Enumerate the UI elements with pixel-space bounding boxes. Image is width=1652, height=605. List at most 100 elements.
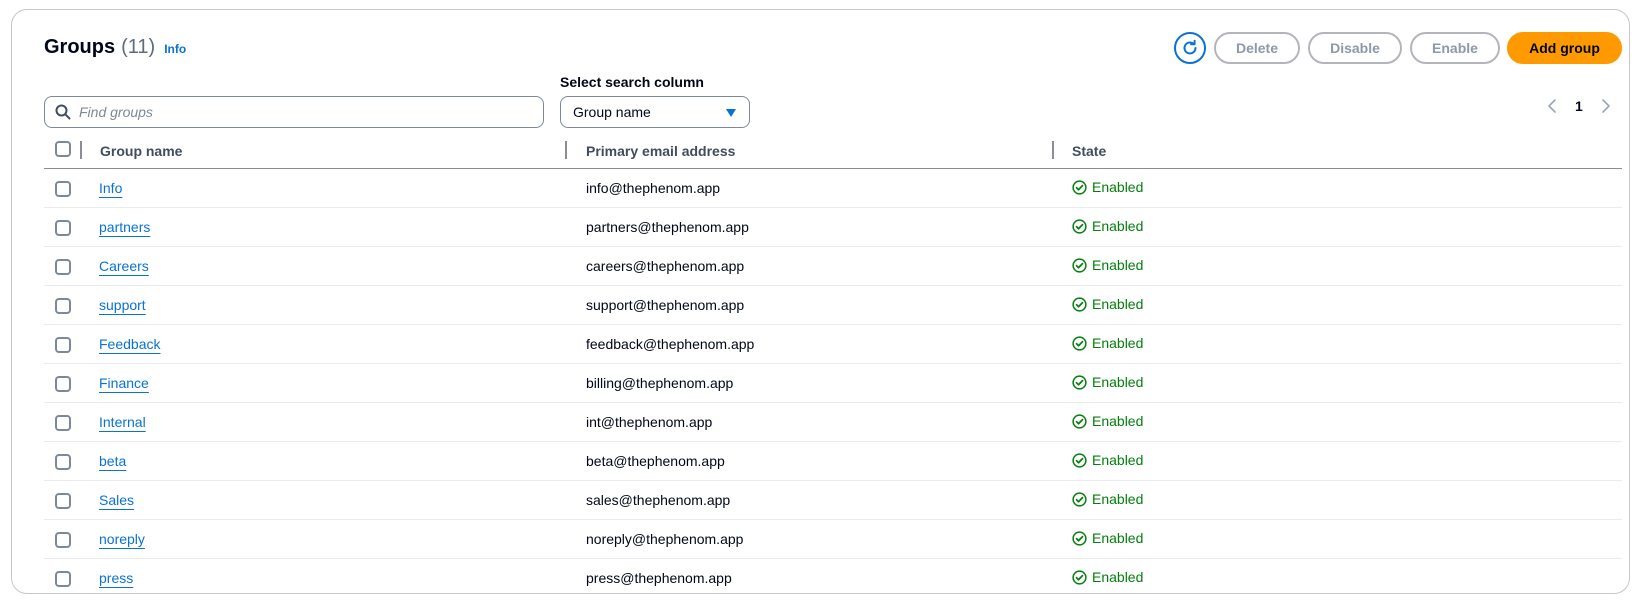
column-resizer[interactable] — [565, 141, 567, 159]
row-checkbox[interactable] — [55, 259, 71, 275]
enable-button[interactable]: Enable — [1410, 32, 1500, 64]
search-column-value: Group name — [573, 104, 651, 120]
status-badge: Enabled — [1072, 335, 1143, 351]
row-checkbox[interactable] — [55, 532, 71, 548]
group-name-link[interactable]: Careers — [99, 258, 149, 274]
group-email: support@thephenom.app — [586, 297, 745, 313]
group-name-link[interactable]: Internal — [99, 414, 146, 430]
group-email: press@thephenom.app — [586, 570, 732, 586]
search-field[interactable] — [44, 96, 544, 128]
search-column-label: Select search column — [560, 74, 704, 90]
status-badge: Enabled — [1072, 257, 1143, 273]
row-checkbox[interactable] — [55, 376, 71, 392]
page-title: Groups — [44, 36, 116, 58]
status-text: Enabled — [1092, 569, 1144, 585]
page-header: Groups (11) Info — [44, 36, 186, 59]
page-number[interactable]: 1 — [1575, 98, 1583, 114]
row-checkbox[interactable] — [55, 454, 71, 470]
row-checkbox[interactable] — [55, 220, 71, 236]
search-icon — [55, 104, 71, 120]
group-name-link[interactable]: Finance — [99, 375, 149, 391]
status-text: Enabled — [1092, 257, 1144, 273]
table-row: partners partners@thephenom.app Enabled — [44, 208, 1622, 247]
chevron-right-icon[interactable] — [1601, 98, 1611, 114]
column-header-state[interactable]: State — [1072, 143, 1106, 159]
group-email: feedback@thephenom.app — [586, 336, 755, 352]
row-checkbox[interactable] — [55, 181, 71, 197]
group-name-link[interactable]: partners — [99, 219, 150, 235]
status-badge: Enabled — [1072, 374, 1143, 390]
table-row: Finance billing@thephenom.app Enabled — [44, 364, 1622, 403]
status-text: Enabled — [1092, 491, 1144, 507]
table-row: support support@thephenom.app Enabled — [44, 286, 1622, 325]
status-text: Enabled — [1092, 218, 1144, 234]
row-checkbox[interactable] — [55, 298, 71, 314]
column-header-email[interactable]: Primary email address — [586, 143, 735, 159]
column-resizer[interactable] — [1052, 141, 1054, 159]
table-row: Sales sales@thephenom.app Enabled — [44, 481, 1622, 520]
delete-button[interactable]: Delete — [1214, 32, 1300, 64]
group-name-link[interactable]: noreply — [99, 531, 145, 547]
table-row: press press@thephenom.app Enabled — [44, 559, 1622, 598]
chevron-left-icon[interactable] — [1547, 98, 1557, 114]
row-checkbox[interactable] — [55, 493, 71, 509]
group-name-link[interactable]: Sales — [99, 492, 134, 508]
table-row: beta beta@thephenom.app Enabled — [44, 442, 1622, 481]
check-circle-icon — [1072, 452, 1087, 468]
column-divider — [80, 141, 82, 159]
group-name-link[interactable]: press — [99, 570, 133, 586]
check-circle-icon — [1072, 491, 1087, 507]
check-circle-icon — [1072, 296, 1087, 312]
table-body: Info info@thephenom.app Enabled partners par… — [44, 169, 1622, 598]
group-name-link[interactable]: Feedback — [99, 336, 160, 352]
group-email: careers@thephenom.app — [586, 258, 745, 274]
check-circle-icon — [1072, 335, 1087, 351]
status-badge: Enabled — [1072, 452, 1143, 468]
group-name-link[interactable]: Info — [99, 180, 122, 196]
table-row: Feedback feedback@thephenom.app Enabled — [44, 325, 1622, 364]
group-name-link[interactable]: support — [99, 297, 146, 313]
info-link[interactable]: Info — [164, 42, 186, 56]
status-badge: Enabled — [1072, 530, 1143, 546]
group-email: int@thephenom.app — [586, 414, 713, 430]
table-header: Group name Primary email address State — [44, 135, 1622, 169]
row-checkbox[interactable] — [55, 571, 71, 587]
group-count: (11) — [121, 36, 156, 58]
status-badge: Enabled — [1072, 296, 1143, 312]
status-badge: Enabled — [1072, 569, 1143, 585]
group-email: sales@thephenom.app — [586, 492, 731, 508]
group-email: beta@thephenom.app — [586, 453, 725, 469]
status-text: Enabled — [1092, 374, 1144, 390]
check-circle-icon — [1072, 413, 1087, 429]
group-name-link[interactable]: beta — [99, 453, 126, 469]
status-badge: Enabled — [1072, 413, 1143, 429]
status-text: Enabled — [1092, 413, 1144, 429]
row-checkbox[interactable] — [55, 415, 71, 431]
refresh-icon — [1183, 39, 1197, 55]
table-row: noreply noreply@thephenom.app Enabled — [44, 520, 1622, 559]
groups-panel: Groups (11) Info Delete Disable Enable A… — [11, 9, 1630, 594]
column-header-group-name[interactable]: Group name — [100, 143, 182, 159]
table-row: Internal int@thephenom.app Enabled — [44, 403, 1622, 442]
disable-button[interactable]: Disable — [1308, 32, 1402, 64]
pagination: 1 — [1547, 98, 1611, 114]
row-checkbox[interactable] — [55, 337, 71, 353]
refresh-button[interactable] — [1174, 32, 1206, 64]
table-row: Info info@thephenom.app Enabled — [44, 169, 1622, 208]
search-input[interactable] — [79, 104, 519, 120]
status-badge: Enabled — [1072, 179, 1143, 195]
status-text: Enabled — [1092, 530, 1144, 546]
group-email: partners@thephenom.app — [586, 219, 749, 235]
status-text: Enabled — [1092, 296, 1144, 312]
groups-table: Group name Primary email address State I… — [44, 135, 1622, 598]
search-column-select[interactable]: Group name — [560, 96, 750, 128]
status-text: Enabled — [1092, 452, 1144, 468]
check-circle-icon — [1072, 179, 1087, 195]
check-circle-icon — [1072, 530, 1087, 546]
caret-down-icon — [726, 109, 736, 117]
select-all-checkbox[interactable] — [55, 141, 71, 157]
add-group-button[interactable]: Add group — [1507, 32, 1622, 64]
check-circle-icon — [1072, 374, 1087, 390]
group-email: noreply@thephenom.app — [586, 531, 744, 547]
group-email: billing@thephenom.app — [586, 375, 734, 391]
